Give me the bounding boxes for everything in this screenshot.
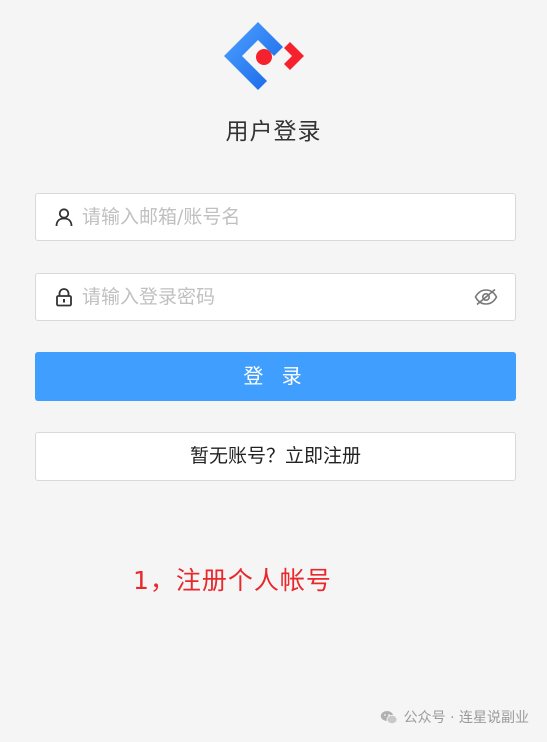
watermark: 公众号 · 连星说副业 — [380, 707, 529, 727]
brand-logo-icon — [224, 22, 304, 90]
page-title: 用户登录 — [225, 119, 322, 145]
username-input[interactable] — [82, 194, 515, 240]
watermark-text: 公众号 · 连星说副业 — [403, 710, 529, 726]
user-icon — [55, 208, 73, 227]
annotation-text: 1，注册个人帐号 — [133, 566, 332, 595]
login-page: 用户登录 登 录 暂无账号？立即注册 1，注册个人帐号 公众号 · 连 — [0, 0, 547, 742]
register-button[interactable]: 暂无账号？立即注册 — [35, 432, 516, 481]
login-button[interactable]: 登 录 — [35, 352, 516, 401]
eye-hidden-icon[interactable] — [474, 288, 498, 306]
wechat-icon — [380, 710, 398, 724]
username-field[interactable] — [35, 193, 516, 241]
lock-icon — [56, 288, 72, 307]
password-field[interactable] — [35, 273, 516, 321]
password-input[interactable] — [82, 274, 474, 320]
